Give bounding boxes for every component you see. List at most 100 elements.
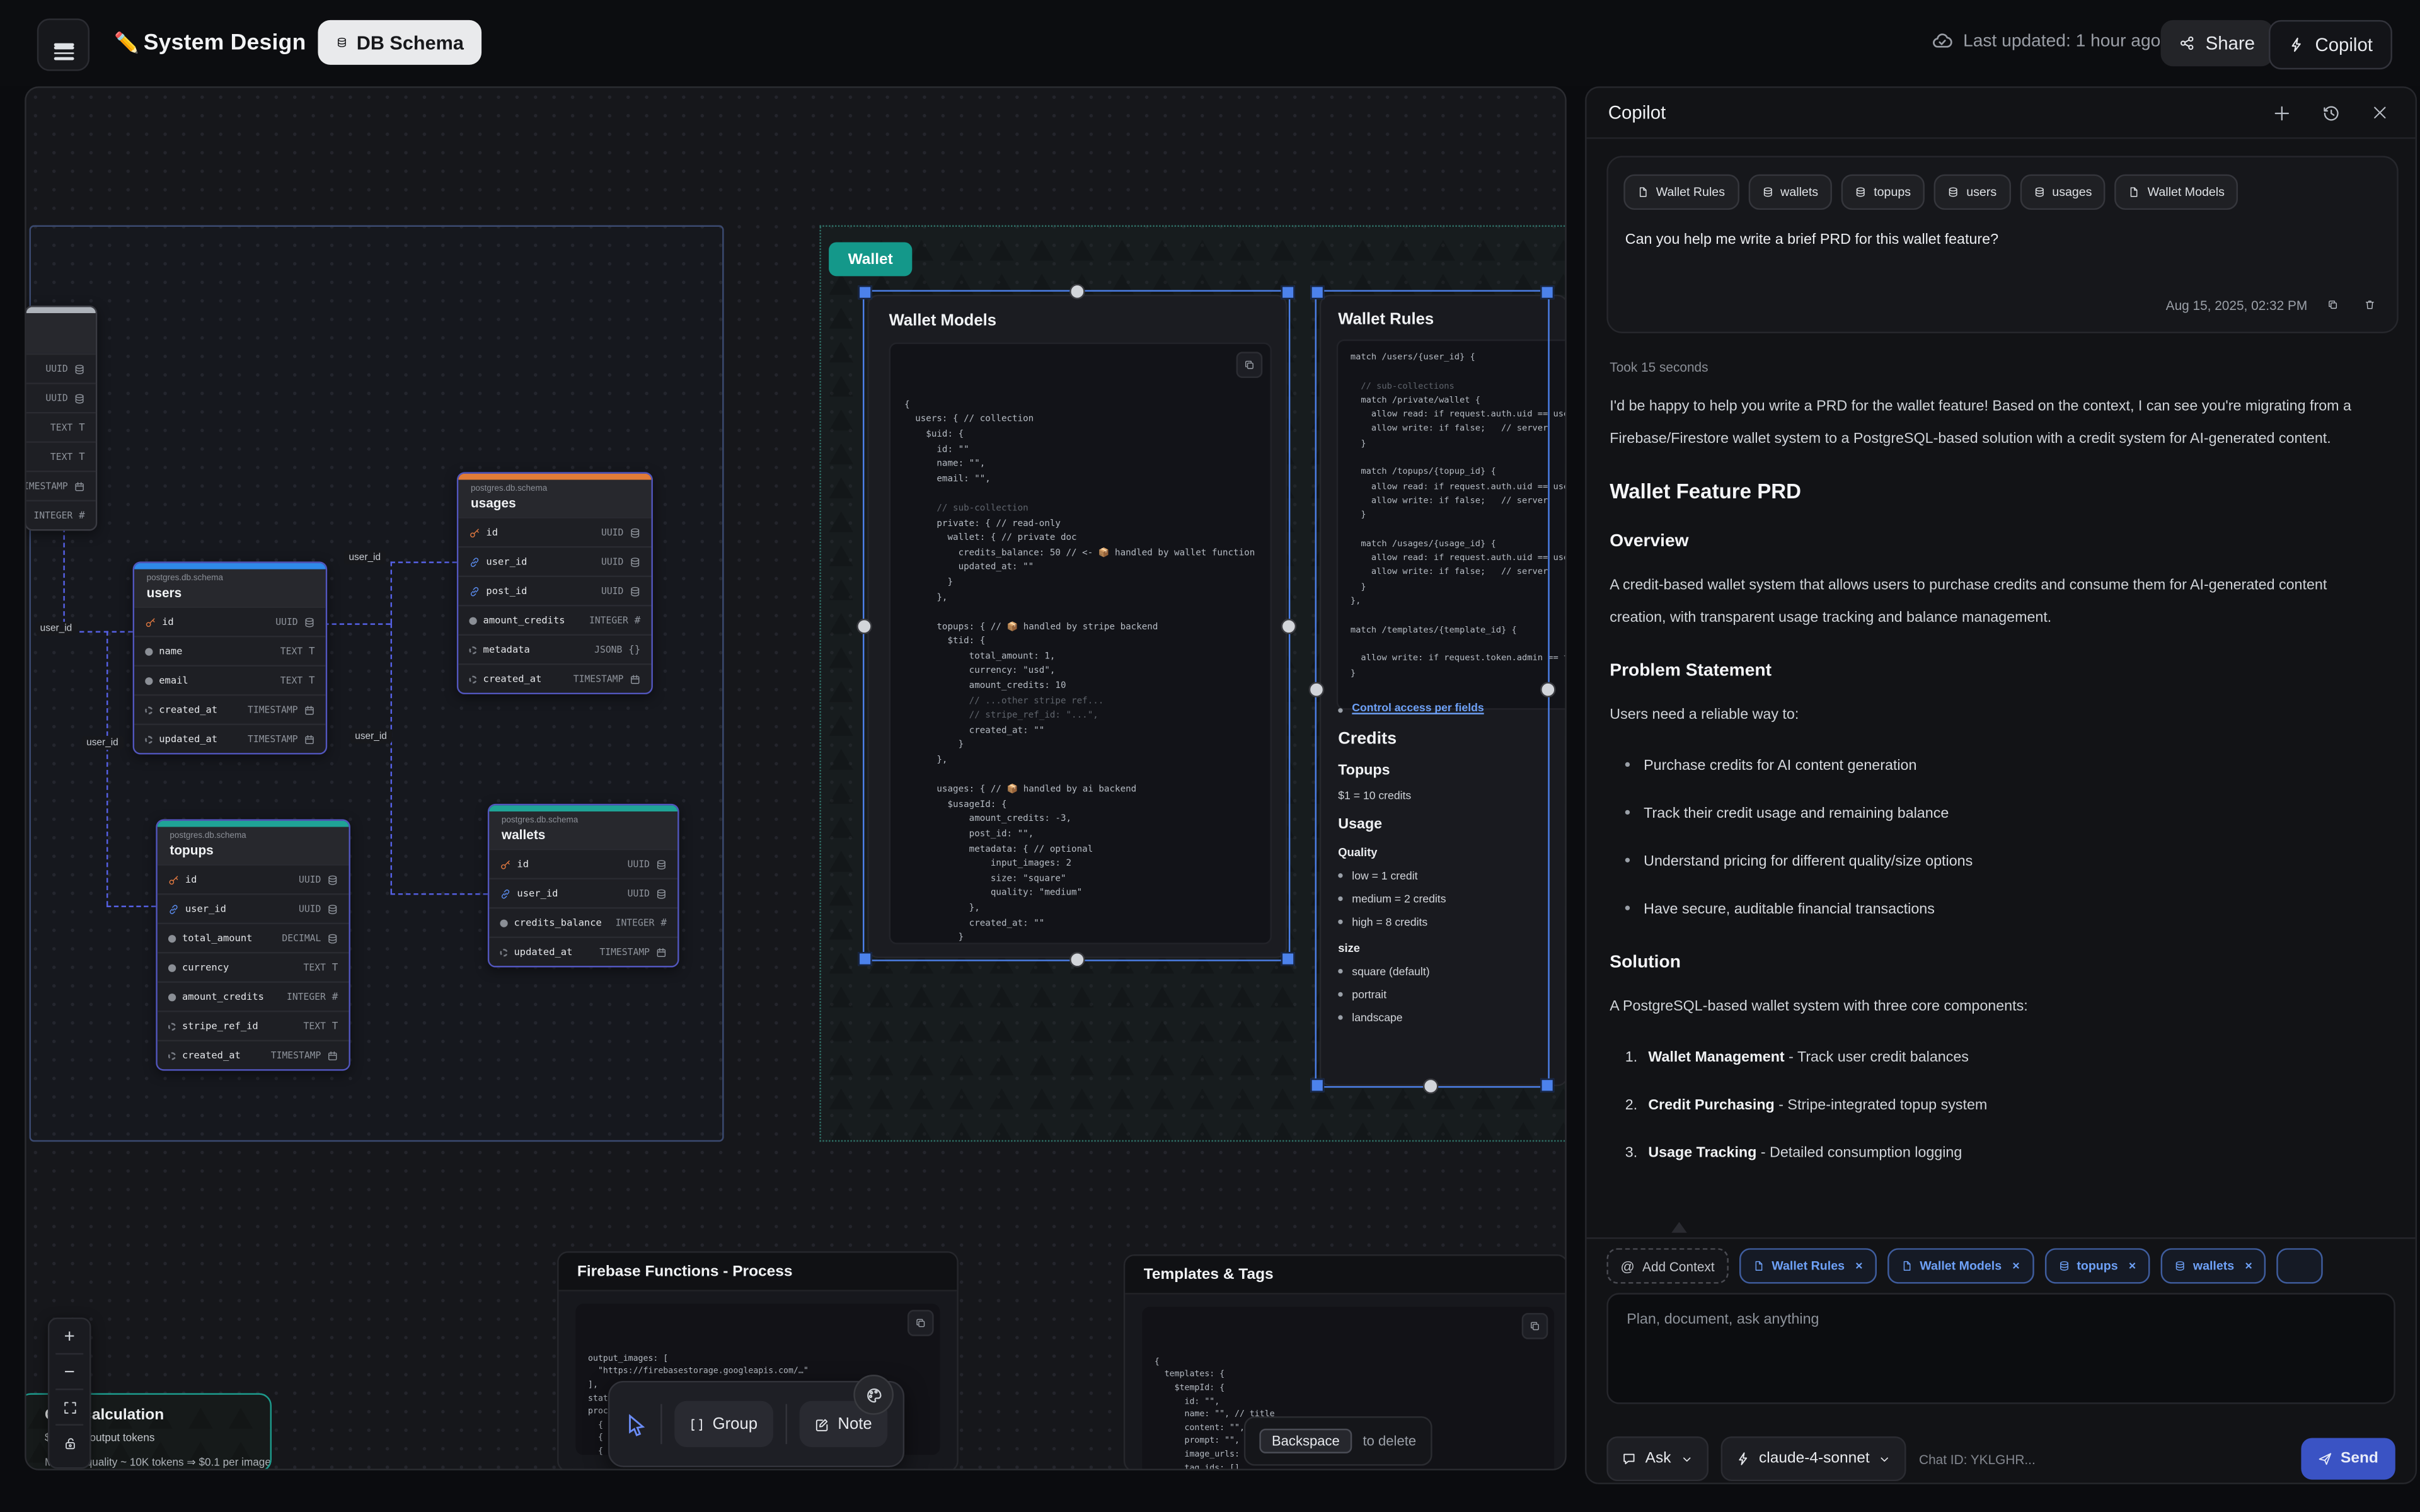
selection-handle[interactable] [1310,1079,1324,1092]
context-chip-wallets[interactable]: wallets× [2160,1248,2266,1283]
table-field-row[interactable]: created_atTIMESTAMP [134,694,326,724]
field-name: user_id [486,556,527,567]
table-name: users [147,585,313,600]
copy-button[interactable] [1522,1313,1548,1339]
table-field-row[interactable]: user_idUUID [489,878,677,907]
zoom-in-button[interactable]: + [49,1319,89,1353]
code-line: id: "", [1155,1395,1542,1409]
table-field-row[interactable]: idUUID [458,517,651,546]
table-wallets[interactable]: postgres.db.schema wallets idUUIDuser_id… [488,804,679,968]
remove-chip-icon[interactable]: × [2012,1259,2019,1273]
wallet-models-panel[interactable]: Wallet Models { users: { // collection $… [867,295,1287,958]
table-field-row[interactable]: credits_balanceINTEGER# [489,907,677,937]
table-usages[interactable]: postgres.db.schema usages idUUIDuser_idU… [457,472,653,694]
database-icon [630,527,640,537]
context-chip-wallet-models[interactable]: Wallet Models [2115,175,2238,210]
selection-handle[interactable] [858,285,872,299]
selection-handle[interactable] [1310,285,1324,299]
tab-db-schema[interactable]: DB Schema [318,20,482,65]
selection-handle[interactable] [1281,619,1296,634]
history-button[interactable] [2313,96,2348,130]
table-field-row[interactable]: TEXTT [26,412,96,442]
selection-handle[interactable] [858,952,872,966]
context-chip-users[interactable]: users [1934,175,2010,210]
selection-handle[interactable] [1540,682,1555,697]
copilot-toggle-button[interactable]: Copilot [2269,20,2393,69]
lock-button[interactable] [49,1426,89,1460]
selection-handle[interactable] [1540,285,1554,299]
table-field-row[interactable]: stripe_ref_idTEXTT [158,1011,349,1040]
zoom-out-button[interactable]: − [49,1354,89,1389]
table-partial[interactable]: UUIDUUIDTEXTTTEXTTTIMESTAMPINTEGER# [25,306,97,531]
table-field-row[interactable]: post_idUUID [458,575,651,605]
table-field-row[interactable]: idUUID [489,849,677,878]
table-topups[interactable]: postgres.db.schema topups idUUIDuser_idU… [156,819,350,1070]
table-field-row[interactable]: idUUID [158,864,349,893]
control-access-link[interactable]: Control access per fields [1352,701,1484,714]
wallet-group-label[interactable]: Wallet [829,242,912,276]
send-button[interactable]: Send [2300,1438,2395,1479]
wallet-rules-panel[interactable]: Wallet Rules match /users/{user_id} { //… [1320,295,1567,1086]
table-field-row[interactable]: amount_creditsINTEGER# [458,605,651,634]
table-field-row[interactable]: created_atTIMESTAMP [158,1040,349,1070]
table-field-row[interactable]: created_atTIMESTAMP [458,663,651,693]
table-field-row[interactable]: user_idUUID [458,546,651,576]
fit-view-button[interactable] [49,1390,89,1424]
select-cursor-icon[interactable] [625,1412,648,1436]
context-chip-topups[interactable]: topups× [2044,1248,2150,1283]
selection-handle[interactable] [1281,285,1295,299]
wallet-rules-code[interactable]: match /users/{user_id} { // sub-collecti… [1337,340,1567,710]
table-field-row[interactable]: emailTEXTT [134,665,326,695]
context-chip-topups[interactable]: topups [1841,175,1925,210]
model-select[interactable]: claude-4-sonnet [1720,1436,1907,1481]
copy-button[interactable] [908,1310,934,1336]
selection-handle[interactable] [1069,284,1085,299]
context-chip-clipped[interactable] [2277,1248,2323,1283]
table-field-row[interactable]: TIMESTAMP [26,471,96,500]
table-field-row[interactable]: updated_atTIMESTAMP [134,724,326,753]
selection-handle[interactable] [1069,952,1085,967]
context-chip-usages[interactable]: usages [2020,175,2106,210]
mode-select[interactable]: Ask [1606,1436,1708,1481]
schema-canvas[interactable]: Wallet user_id user_id user_id user_id U… [25,86,1567,1470]
palette-button[interactable] [853,1375,894,1415]
table-field-row[interactable]: updated_atTIMESTAMP [489,937,677,966]
context-chip-wallet-rules[interactable]: Wallet Rules× [1739,1248,1877,1283]
table-field-row[interactable]: UUID [26,382,96,412]
table-field-row[interactable]: currencyTEXTT [158,952,349,982]
delete-message-button[interactable] [2358,293,2382,316]
add-context-button[interactable]: @ Add Context [1606,1248,1728,1283]
new-chat-button[interactable] [2264,96,2298,130]
selection-handle[interactable] [856,619,872,634]
copy-message-button[interactable] [2321,293,2344,316]
wallet-models-code[interactable]: { users: { // collection $uid: { id: "" … [889,343,1272,944]
table-field-row[interactable]: idUUID [134,606,326,636]
code-line: private: { // read-only [904,518,1256,532]
share-button[interactable]: Share [2161,20,2274,66]
table-users[interactable]: postgres.db.schema users idUUIDnameTEXTT… [133,561,328,754]
group-button[interactable]: Group [674,1401,773,1447]
table-field-row[interactable]: TEXTT [26,441,96,471]
close-button[interactable] [2363,96,2397,130]
table-field-row[interactable]: INTEGER# [26,500,96,529]
context-chip-wallet-models[interactable]: Wallet Models× [1887,1248,2034,1283]
prompt-input[interactable]: Plan, document, ask anything [1606,1293,2395,1404]
selection-handle[interactable] [1281,952,1295,966]
table-field-row[interactable]: user_idUUID [158,893,349,923]
context-chip-wallets[interactable]: wallets [1748,175,1832,210]
remove-chip-icon[interactable]: × [1855,1259,1862,1273]
selection-handle[interactable] [1423,1079,1438,1094]
menu-button[interactable] [37,18,89,71]
selection-handle[interactable] [1540,1079,1554,1092]
remove-chip-icon[interactable]: × [2129,1259,2136,1273]
selection-handle[interactable] [1309,682,1324,697]
table-field-row[interactable]: total_amountDECIMAL [158,922,349,952]
copy-button[interactable] [1236,352,1263,378]
code-line: created_at: "" [904,725,1256,740]
table-field-row[interactable]: nameTEXTT [134,636,326,665]
table-field-row[interactable]: amount_creditsINTEGER# [158,982,349,1011]
remove-chip-icon[interactable]: × [2245,1259,2252,1273]
table-field-row[interactable]: metadataJSONB{} [458,634,651,664]
table-field-row[interactable]: UUID [26,353,96,383]
context-chip-wallet-rules[interactable]: Wallet Rules [1623,175,1739,210]
